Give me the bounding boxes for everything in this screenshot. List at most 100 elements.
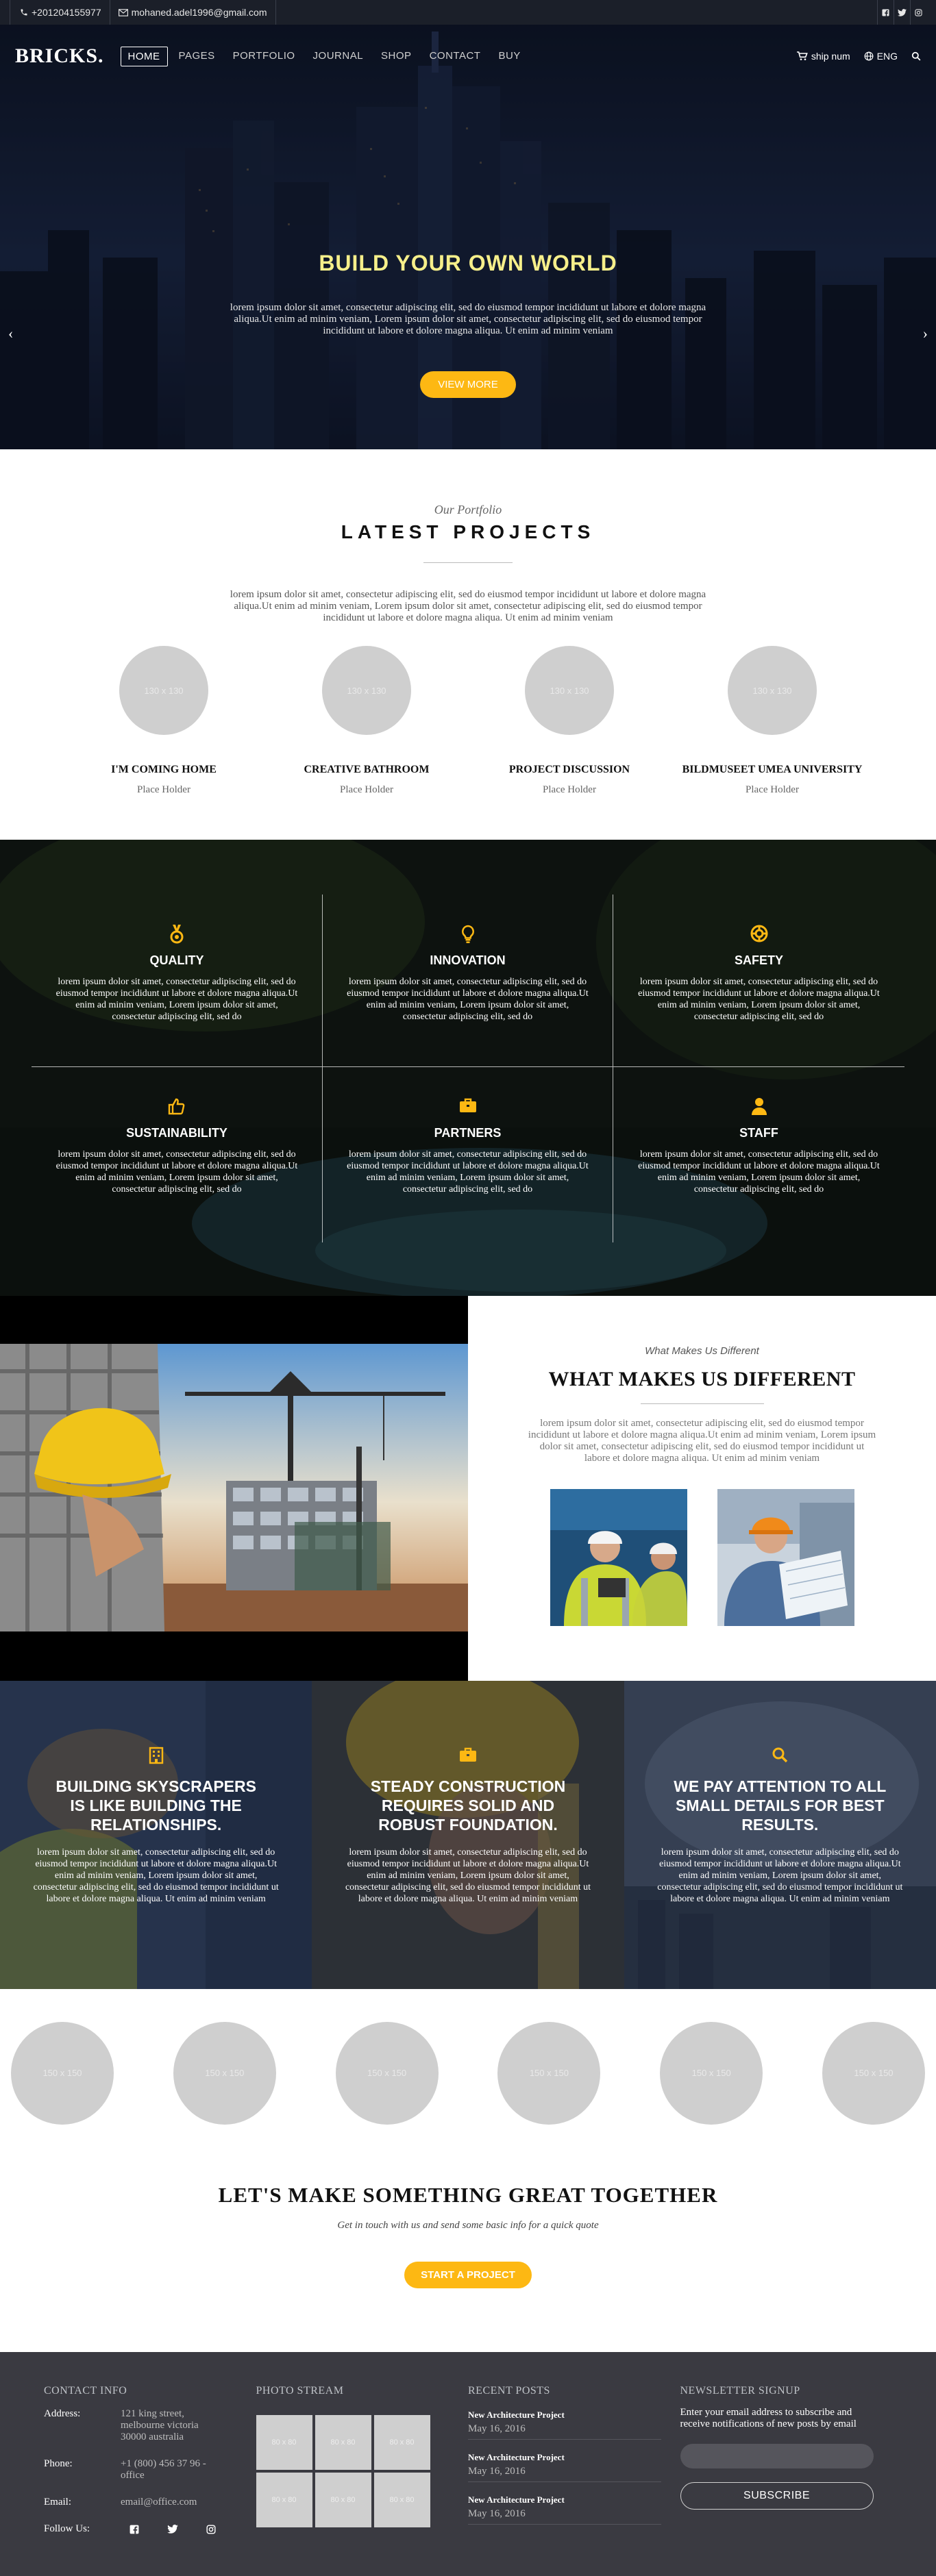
footer-photo-stream: PHOTO STREAM 80 x 80 80 x 80 80 x 80 80 …: [256, 2385, 469, 2576]
engineers-photo: [550, 1489, 687, 1626]
nav-item-portfolio[interactable]: PORTFOLIO: [226, 47, 302, 66]
top-bar: +201204155977 mohaned.adel1996@gmail.com: [0, 0, 936, 25]
project-title[interactable]: I'M COMING HOME: [62, 764, 265, 776]
title-divider: [640, 1403, 764, 1404]
search-icon: [624, 1747, 936, 1766]
post-date: May 16, 2016: [468, 2508, 526, 2519]
stream-photo[interactable]: 80 x 80: [256, 2415, 312, 2470]
search-icon: [911, 51, 921, 61]
newsletter-email-input[interactable]: [680, 2444, 874, 2468]
feature-text: lorem ipsum dolor sit amet, consectetur …: [56, 977, 298, 1022]
stream-photo[interactable]: 80 x 80: [373, 2473, 430, 2527]
post-title[interactable]: New Architecture Project: [468, 2494, 661, 2505]
different-lead: lorem ipsum dolor sit amet, consectetur …: [528, 1418, 876, 1464]
nav-item-home[interactable]: HOME: [120, 46, 168, 66]
project-title[interactable]: CREATIVE BATHROOM: [265, 764, 468, 776]
stream-photo[interactable]: 80 x 80: [373, 2415, 430, 2470]
portfolio-title: LATEST PROJECTS: [341, 521, 595, 542]
top-phone-text: +201204155977: [32, 7, 101, 18]
stream-photo[interactable]: 80 x 80: [315, 2473, 371, 2527]
feature-title: QUALITY: [149, 953, 204, 967]
phone-label: Phone:: [44, 2458, 73, 2469]
site-logo[interactable]: BRICKS.: [15, 45, 104, 68]
project-image[interactable]: 130 x 130: [525, 646, 614, 735]
value-text: lorem ipsum dolor sit amet, consectetur …: [657, 1847, 903, 1904]
hero-next-arrow[interactable]: ›: [923, 325, 928, 342]
nav-item-buy[interactable]: BUY: [491, 47, 527, 66]
post-date: May 16, 2016: [468, 2466, 526, 2477]
top-email[interactable]: mohaned.adel1996@gmail.com: [110, 0, 276, 25]
client-logo[interactable]: 150 x 150: [173, 2021, 276, 2125]
newsletter-text: Enter your email address to subscribe an…: [680, 2407, 857, 2429]
project-card[interactable]: 130 x 130 CREATIVE BATHROOM Place Holder: [265, 646, 468, 796]
cart-label: ship num: [811, 51, 850, 62]
architect-photo: [717, 1489, 854, 1626]
project-card[interactable]: 130 x 130 BILDMUSEET UMEA UNIVERSITY Pla…: [671, 646, 874, 796]
different-eyebrow: What Makes Us Different: [645, 1345, 759, 1357]
feature-partners: PARTNERS lorem ipsum dolor sit amet, con…: [323, 1067, 613, 1242]
footer-heading: RECENT POSTS: [468, 2385, 550, 2397]
lightbulb-icon: [323, 925, 613, 944]
view-more-button[interactable]: VIEW MORE: [420, 371, 516, 398]
twitter-icon[interactable]: [153, 2525, 192, 2534]
envelope-icon: [118, 8, 128, 16]
recent-post[interactable]: New Architecture Project May 16, 2016: [468, 2440, 661, 2482]
stream-photo[interactable]: 80 x 80: [315, 2415, 371, 2470]
instagram-icon[interactable]: [192, 2524, 230, 2534]
feature-text: lorem ipsum dolor sit amet, consectetur …: [638, 1149, 880, 1195]
phone-value[interactable]: +1 (800) 456 37 96 - office: [121, 2458, 223, 2481]
cta-subtitle: Get in touch with us and send some basic…: [337, 2220, 599, 2231]
post-title[interactable]: New Architecture Project: [468, 2410, 661, 2421]
language-selector[interactable]: ENG: [864, 51, 898, 62]
facebook-icon[interactable]: [877, 0, 894, 25]
feature-text: lorem ipsum dolor sit amet, consectetur …: [56, 1149, 298, 1195]
nav-item-contact[interactable]: CONTACT: [423, 47, 488, 66]
recent-post[interactable]: New Architecture Project May 16, 2016: [468, 2482, 661, 2525]
project-list: 130 x 130 I'M COMING HOME Place Holder 1…: [0, 646, 936, 796]
stream-photo[interactable]: 80 x 80: [256, 2473, 312, 2527]
post-title[interactable]: New Architecture Project: [468, 2452, 661, 2463]
different-images: [468, 1489, 936, 1626]
briefcase-icon: [312, 1747, 624, 1766]
client-logo[interactable]: 150 x 150: [822, 2021, 925, 2125]
different-image-panel: [0, 1296, 468, 1681]
recent-post[interactable]: New Architecture Project May 16, 2016: [468, 2397, 661, 2440]
project-image[interactable]: 130 x 130: [322, 646, 411, 735]
twitter-icon[interactable]: [894, 0, 910, 25]
phone-icon: [20, 8, 28, 16]
project-card[interactable]: 130 x 130 PROJECT DISCUSSION Place Holde…: [468, 646, 671, 796]
nav-menu: HOME PAGES PORTFOLIO JOURNAL SHOP CONTAC…: [120, 46, 528, 66]
search-button[interactable]: [911, 51, 921, 61]
medal-icon: [32, 925, 322, 944]
title-divider: [423, 562, 513, 563]
project-card[interactable]: 130 x 130 I'M COMING HOME Place Holder: [62, 646, 265, 796]
nav-item-shop[interactable]: SHOP: [374, 47, 419, 66]
lifebuoy-icon: [613, 925, 904, 944]
instagram-icon[interactable]: [910, 0, 926, 25]
project-title[interactable]: BILDMUSEET UMEA UNIVERSITY: [671, 764, 874, 776]
project-image[interactable]: 130 x 130: [119, 646, 208, 735]
client-logo[interactable]: 150 x 150: [497, 2021, 601, 2125]
nav-item-pages[interactable]: PAGES: [172, 47, 222, 66]
nav-item-journal[interactable]: JOURNAL: [306, 47, 371, 66]
top-phone[interactable]: +201204155977: [10, 0, 110, 25]
client-logo[interactable]: 150 x 150: [660, 2021, 763, 2125]
post-date: May 16, 2016: [468, 2423, 526, 2434]
facebook-icon[interactable]: [115, 2525, 153, 2534]
project-title[interactable]: PROJECT DISCUSSION: [468, 764, 671, 776]
client-logo[interactable]: 150 x 150: [11, 2021, 114, 2125]
cart-button[interactable]: ship num: [796, 51, 850, 62]
photo-stream-grid: 80 x 80 80 x 80 80 x 80 80 x 80 80 x 80 …: [256, 2415, 469, 2527]
language-label: ENG: [876, 51, 898, 62]
project-image[interactable]: 130 x 130: [728, 646, 817, 735]
email-value[interactable]: email@office.com: [121, 2497, 223, 2508]
footer-heading: PHOTO STREAM: [256, 2385, 344, 2397]
cta-title: LET'S MAKE SOMETHING GREAT TOGETHER: [218, 2183, 718, 2207]
project-subtitle: Place Holder: [543, 784, 596, 795]
start-project-button[interactable]: START A PROJECT: [404, 2262, 532, 2288]
hero-prev-arrow[interactable]: ‹: [8, 325, 13, 342]
feature-text: lorem ipsum dolor sit amet, consectetur …: [347, 977, 589, 1022]
subscribe-button[interactable]: SUBSCRIBE: [680, 2482, 874, 2510]
values-section: BUILDING SKYSCRAPERS IS LIKE BUILDING TH…: [0, 1681, 936, 1989]
client-logo[interactable]: 150 x 150: [335, 2021, 439, 2125]
